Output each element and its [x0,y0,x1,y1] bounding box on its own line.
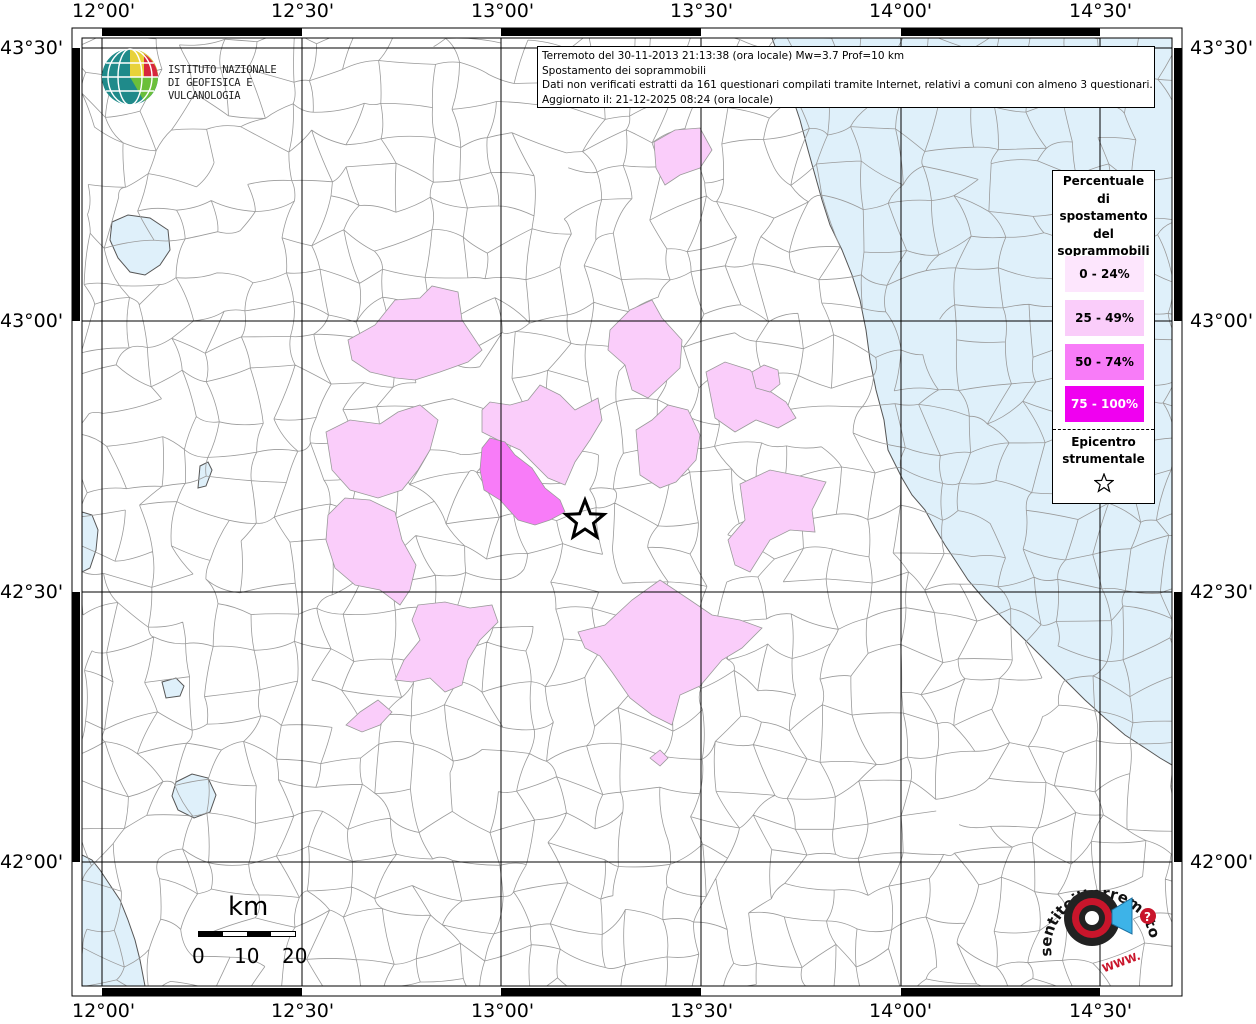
bottom-lon-label: 13°30' [670,1000,734,1022]
right-lat-label: 42°30' [1190,581,1254,603]
scale-label: 20 [282,944,308,968]
legend-divider [1053,429,1154,430]
legend-swatch-0-24: 0 - 24% [1065,256,1144,292]
data-note: Dati non verificati estratti da 161 ques… [542,79,1153,91]
scale-label: 0 [192,944,205,968]
event-title: Terremoto del 30-11-2013 21:13:38 (ora l… [542,50,905,62]
bottom-lon-label: 12°00' [72,1000,136,1022]
left-lat-label: 42°30' [0,581,64,603]
legend-epicenter-line: Epicentro [1071,435,1136,449]
scale-title: km [228,892,269,922]
left-lat-label: 43°00' [0,310,64,332]
legend-title-line: Percentuale [1062,174,1145,188]
ingv-logo: ISTITUTO NAZIONALE DI GEOFISICA E VULCAN… [100,48,320,108]
scale-bar: km 0 10 20 [190,892,320,972]
legend: Percentuale di spostamento del soprammob… [1052,170,1155,504]
right-lat-label: 43°30' [1190,37,1254,59]
www-text: WWW. [1100,950,1142,976]
legend-epicenter-label: Epicentro strumentale [1053,434,1154,468]
question-mark: ? [1144,910,1151,924]
top-lon-label: 14°00' [869,0,933,22]
scale-label: 10 [234,944,260,968]
ingv-name-line2: DI GEOFISICA E VULCANOLOGIA [168,77,253,102]
left-lat-label: 42°00' [0,851,64,873]
right-lat-label: 43°00' [1190,310,1254,332]
legend-swatch-75-100: 75 - 100% [1065,386,1144,422]
top-lon-label: 13°00' [471,0,535,22]
sentitoilterremoto-logo: sentitoilterremoto.it ? WWW. [1030,858,1164,976]
legend-title: Percentuale di spostamento del soprammob… [1053,173,1154,261]
legend-epicenter-line: strumentale [1062,452,1145,466]
legend-title-line: spostamento [1059,209,1148,223]
updated-date: Aggiornato il: 21-12-2025 08:24 (ora loc… [542,93,774,106]
top-lon-label: 13°30' [670,0,734,22]
star-icon [1094,473,1114,493]
top-lon-label: 12°30' [271,0,335,22]
legend-title-line: del [1093,226,1114,241]
right-lat-label: 42°00' [1190,851,1254,873]
top-lon-label: 14°30' [1069,0,1133,22]
event-info-box: Terremoto del 30-11-2013 21:13:38 (ora l… [537,46,1155,108]
top-lon-label: 12°00' [72,0,136,22]
map-subject: Spostamento dei soprammobili [542,64,706,77]
ingv-globe-icon [102,48,158,106]
bottom-lon-label: 14°30' [1069,1000,1133,1022]
legend-swatch-25-49: 25 - 49% [1065,300,1144,336]
scale-bar-graphic [198,931,296,937]
bottom-lon-label: 13°00' [471,1000,535,1022]
ingv-name-line1: ISTITUTO NAZIONALE [168,64,277,76]
bottom-lon-label: 12°30' [271,1000,335,1022]
legend-swatch-50-74: 50 - 74% [1065,344,1144,380]
left-lat-label: 43°30' [0,37,64,59]
bottom-lon-label: 14°00' [869,1000,933,1022]
legend-title-line: di [1097,191,1110,206]
